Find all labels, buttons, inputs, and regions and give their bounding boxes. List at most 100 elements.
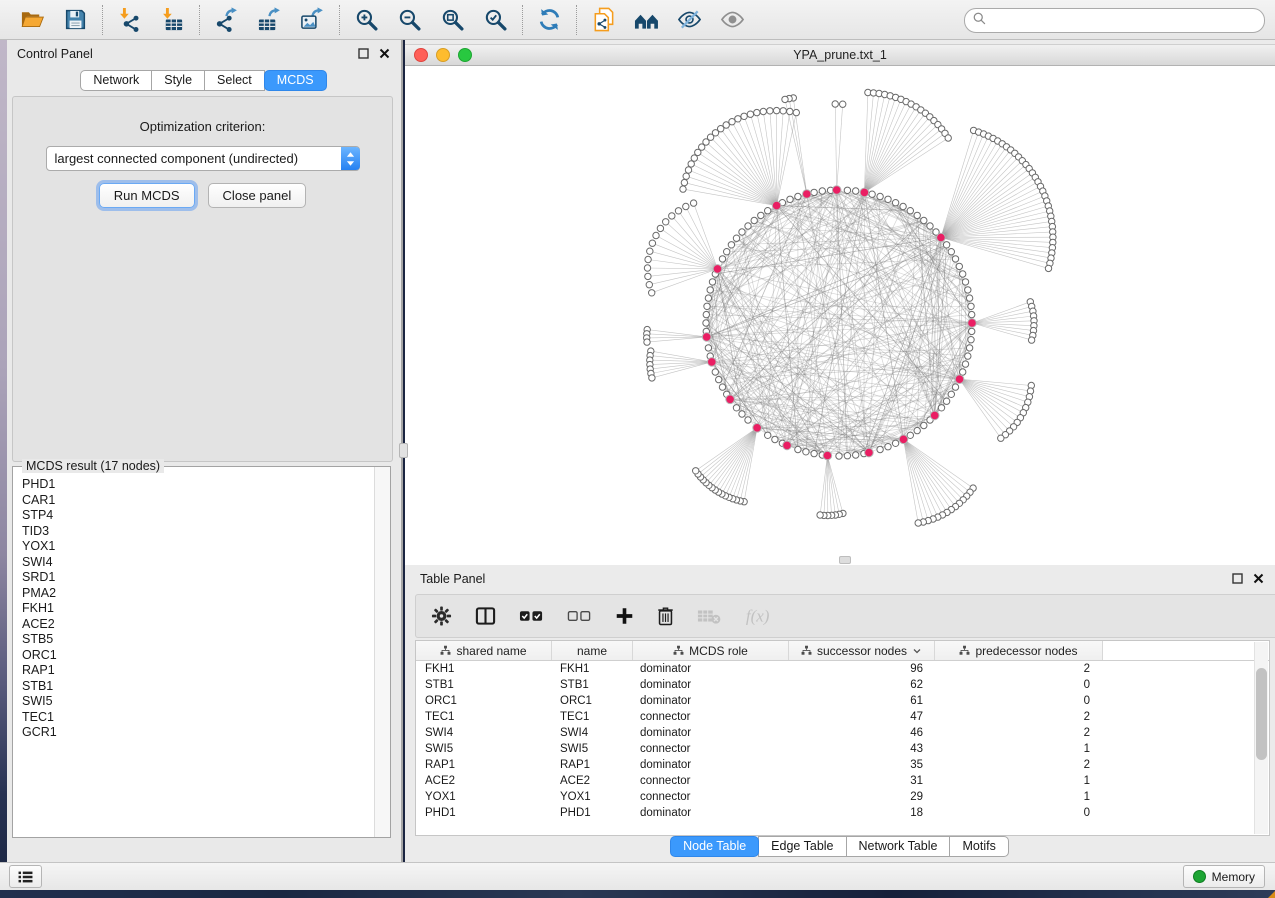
table-cell: 96 xyxy=(786,663,931,675)
result-node[interactable]: ACE2 xyxy=(22,617,375,633)
export-network-icon[interactable] xyxy=(213,6,240,33)
table-cell: 2 xyxy=(931,727,1098,739)
task-history-button[interactable] xyxy=(9,865,42,888)
table-cell: dominator xyxy=(631,759,786,771)
gear-icon[interactable] xyxy=(431,604,452,628)
tab-style[interactable]: Style xyxy=(151,70,205,91)
result-node[interactable]: STB5 xyxy=(22,632,375,648)
float-panel-icon[interactable] xyxy=(356,47,370,61)
result-node[interactable]: CAR1 xyxy=(22,493,375,509)
zoom-out-icon[interactable] xyxy=(396,6,423,33)
table-row[interactable]: SWI4SWI4dominator462 xyxy=(416,725,1269,741)
table-cell: FKH1 xyxy=(416,663,551,675)
import-network-icon[interactable] xyxy=(116,6,143,33)
close-table-panel-icon[interactable] xyxy=(1251,572,1265,586)
table-row[interactable]: PHD1PHD1dominator180 xyxy=(416,805,1269,821)
result-node[interactable]: GCR1 xyxy=(22,725,375,741)
table-cell: SWI4 xyxy=(416,727,551,739)
column-header-predecessor-nodes[interactable]: predecessor nodes xyxy=(935,641,1103,660)
tab-node-table[interactable]: Node Table xyxy=(670,836,759,857)
table-row[interactable]: STB1STB1dominator620 xyxy=(416,677,1269,693)
show-all-icon[interactable] xyxy=(719,6,746,33)
select-all-checkboxes-icon[interactable] xyxy=(519,604,544,628)
search-box[interactable] xyxy=(964,8,1265,33)
network-window-titlebar[interactable]: YPA_prune.txt_1 xyxy=(405,44,1275,66)
zoom-in-icon[interactable] xyxy=(353,6,380,33)
result-node[interactable]: PMA2 xyxy=(22,586,375,602)
close-panel-button[interactable]: Close panel xyxy=(208,183,307,208)
table-cell: 1 xyxy=(931,743,1098,755)
tab-mcds[interactable]: MCDS xyxy=(264,70,327,91)
export-image-icon[interactable] xyxy=(299,6,326,33)
unselect-all-checkboxes-icon[interactable] xyxy=(567,604,592,628)
search-input[interactable] xyxy=(987,11,1264,31)
result-node[interactable]: STB1 xyxy=(22,679,375,695)
table-row[interactable]: FKH1FKH1dominator962 xyxy=(416,661,1269,677)
result-node[interactable]: SWI4 xyxy=(22,555,375,571)
memory-button[interactable]: Memory xyxy=(1183,865,1265,888)
table-cell: ORC1 xyxy=(416,695,551,707)
table-cell: dominator xyxy=(631,695,786,707)
table-cell: 2 xyxy=(931,663,1098,675)
table-row[interactable]: TEC1TEC1connector472 xyxy=(416,709,1269,725)
network-view-canvas[interactable] xyxy=(405,66,1275,565)
column-header-shared-name[interactable]: shared name xyxy=(416,641,552,660)
zoom-selected-icon[interactable] xyxy=(482,6,509,33)
zoom-fit-icon[interactable] xyxy=(439,6,466,33)
table-scrollbar-thumb[interactable] xyxy=(1256,668,1267,760)
add-icon[interactable] xyxy=(615,604,634,628)
tab-motifs[interactable]: Motifs xyxy=(949,836,1008,857)
refresh-icon[interactable] xyxy=(536,6,563,33)
result-node[interactable]: STP4 xyxy=(22,508,375,524)
table-row[interactable]: ACE2ACE2connector311 xyxy=(416,773,1269,789)
table-scrollbar[interactable] xyxy=(1254,642,1268,834)
save-icon[interactable] xyxy=(62,6,89,33)
result-node[interactable]: PHD1 xyxy=(22,477,375,493)
column-header-mcds-role[interactable]: MCDS role xyxy=(633,641,789,660)
hide-selected-icon[interactable] xyxy=(676,6,703,33)
vertical-splitter-handle[interactable] xyxy=(399,443,408,458)
open-folder-icon[interactable] xyxy=(19,6,46,33)
result-node[interactable]: ORC1 xyxy=(22,648,375,664)
table-cell: connector xyxy=(631,791,786,803)
result-list-scrollbar[interactable] xyxy=(374,467,390,837)
table-cell: connector xyxy=(631,711,786,723)
memory-label: Memory xyxy=(1212,870,1255,884)
result-node[interactable]: TID3 xyxy=(22,524,375,540)
search-icon xyxy=(972,11,987,31)
function-builder-icon[interactable]: f(x) xyxy=(744,604,778,628)
table-row[interactable]: RAP1RAP1dominator352 xyxy=(416,757,1269,773)
tab-select[interactable]: Select xyxy=(204,70,265,91)
float-table-panel-icon[interactable] xyxy=(1230,572,1244,586)
tab-network-table[interactable]: Network Table xyxy=(846,836,951,857)
criterion-dropdown[interactable]: largest connected component (undirected) xyxy=(46,146,360,171)
result-node[interactable]: SWI5 xyxy=(22,694,375,710)
table-row[interactable]: ORC1ORC1dominator610 xyxy=(416,693,1269,709)
table-row[interactable]: YOX1YOX1connector291 xyxy=(416,789,1269,805)
export-table-icon[interactable] xyxy=(256,6,283,33)
status-bar: Memory xyxy=(0,862,1275,890)
share-document-icon[interactable] xyxy=(590,6,617,33)
tab-network[interactable]: Network xyxy=(80,70,152,91)
table-row[interactable]: SWI5SWI5connector431 xyxy=(416,741,1269,757)
close-panel-icon[interactable] xyxy=(377,47,391,61)
columns-icon[interactable] xyxy=(475,604,496,628)
table-cell: TEC1 xyxy=(551,711,631,723)
result-node[interactable]: RAP1 xyxy=(22,663,375,679)
trash-icon[interactable] xyxy=(657,604,674,628)
tab-edge-table[interactable]: Edge Table xyxy=(758,836,846,857)
table-toolbar: f(x) xyxy=(415,594,1275,638)
result-node[interactable]: TEC1 xyxy=(22,710,375,726)
table-cell: PHD1 xyxy=(416,807,551,819)
result-node[interactable]: FKH1 xyxy=(22,601,375,617)
delete-table-icon[interactable] xyxy=(697,604,721,628)
table-cell: 62 xyxy=(786,679,931,691)
column-header-successor-nodes[interactable]: successor nodes xyxy=(789,641,935,660)
run-mcds-button[interactable]: Run MCDS xyxy=(99,183,195,208)
result-node[interactable]: YOX1 xyxy=(22,539,375,555)
horizontal-splitter-handle[interactable] xyxy=(839,556,851,564)
column-header-name[interactable]: name xyxy=(552,641,633,660)
result-node[interactable]: SRD1 xyxy=(22,570,375,586)
first-neighbors-icon[interactable] xyxy=(633,6,660,33)
import-table-icon[interactable] xyxy=(159,6,186,33)
